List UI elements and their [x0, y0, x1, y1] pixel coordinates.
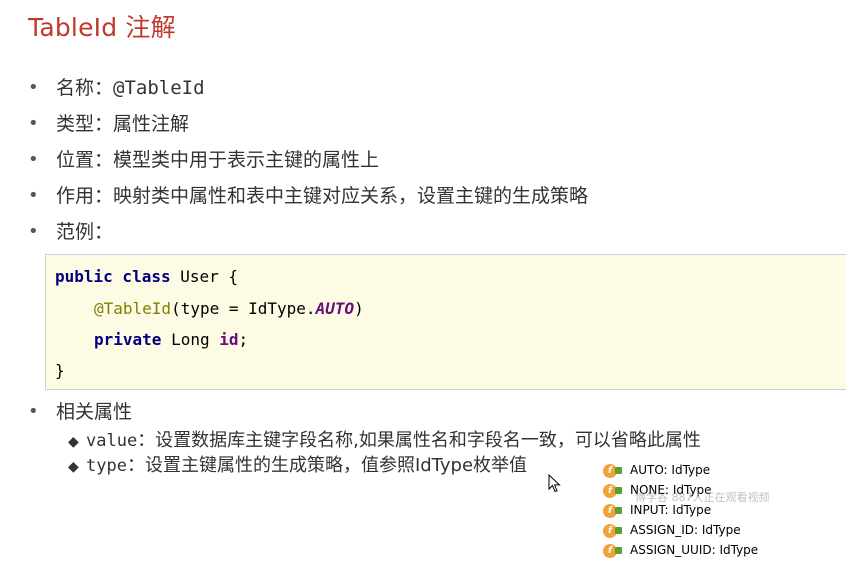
lock-icon [615, 487, 622, 494]
autocomplete-popup: f AUTO: IdType f NONE: IdType f INPUT: IdTy… [603, 459, 843, 561]
autocomplete-item[interactable]: f ASSIGN_ID: IdType [603, 520, 741, 540]
bullet-dot: • [28, 149, 39, 170]
lock-icon [615, 527, 622, 534]
related-item: ◆ type：设置主键属性的生成策略，值参照IdType枚举值 [68, 453, 527, 479]
page-title: TableId 注解 [28, 13, 176, 42]
diamond-bullet-icon: ◆ [68, 434, 79, 450]
code-text: ; [238, 330, 249, 349]
watermark: 博学谷 887人正在观看视频 [635, 491, 770, 504]
autocomplete-label: ASSIGN_ID: IdType [630, 523, 741, 537]
code-line: private Long id; [94, 326, 248, 354]
related-desc: ：设置数据库主键字段名称,如果属性名和字段名一致，可以省略此属性 [137, 430, 701, 451]
autocomplete-label: AUTO: IdType [630, 463, 711, 477]
bullet-label: 位置： [56, 149, 114, 171]
code-keyword: private [94, 330, 162, 349]
code-enum: AUTO [315, 299, 355, 318]
code-text: (type = IdType. [171, 299, 316, 318]
bullet-dot: • [28, 221, 39, 242]
bullet-dot: • [28, 401, 39, 422]
code-text: Long [161, 330, 220, 349]
autocomplete-item[interactable]: f AUTO: IdType [603, 460, 710, 480]
code-annotation: @TableId [94, 299, 172, 318]
related-key: value [86, 431, 138, 451]
code-text: ) [354, 299, 364, 318]
autocomplete-label: ASSIGN_UUID: IdType [630, 543, 759, 557]
lock-icon [615, 467, 622, 474]
bullet-label: 类型： [56, 113, 114, 135]
code-field: id [219, 330, 239, 349]
autocomplete-item[interactable]: f ASSIGN_UUID: IdType [603, 540, 758, 560]
diamond-bullet-icon: ◆ [68, 459, 79, 475]
bullet-label: 作用： [56, 185, 114, 207]
code-text: User { [170, 267, 239, 286]
related-desc: ：设置主键属性的生成策略，值参照IdType枚举值 [126, 455, 528, 476]
bullet-value: 映射类中属性和表中主键对应关系，设置主键的生成策略 [113, 185, 589, 207]
bullet-dot: • [28, 77, 39, 98]
code-line: public class User { [55, 263, 238, 291]
mouse-cursor-icon [548, 474, 561, 493]
bullet-label: 名称： [56, 77, 114, 99]
code-line: } [55, 357, 65, 385]
code-keyword: public class [55, 267, 171, 286]
related-item: ◆ value：设置数据库主键字段名称,如果属性名和字段名一致，可以省略此属性 [68, 428, 701, 454]
code-text: } [55, 361, 65, 380]
bullet-value: 模型类中用于表示主键的属性上 [113, 149, 380, 171]
bullet-label: 相关属性 [56, 401, 133, 423]
bullet-related: • 相关属性 [28, 397, 328, 427]
bullet-dot: • [28, 185, 39, 206]
lock-icon [615, 547, 622, 554]
code-example: public class User { @TableId(type = IdTy… [45, 254, 846, 390]
related-key: type [86, 456, 127, 476]
bullet-value: 属性注解 [113, 113, 190, 135]
bullet-label: 范例： [56, 221, 114, 243]
code-line: @TableId(type = IdType.AUTO) [94, 295, 364, 323]
autocomplete-label: INPUT: IdType [630, 503, 712, 517]
bullet-value: @TableId [113, 77, 205, 99]
lock-icon [615, 507, 622, 514]
bullet-dot: • [28, 113, 39, 134]
